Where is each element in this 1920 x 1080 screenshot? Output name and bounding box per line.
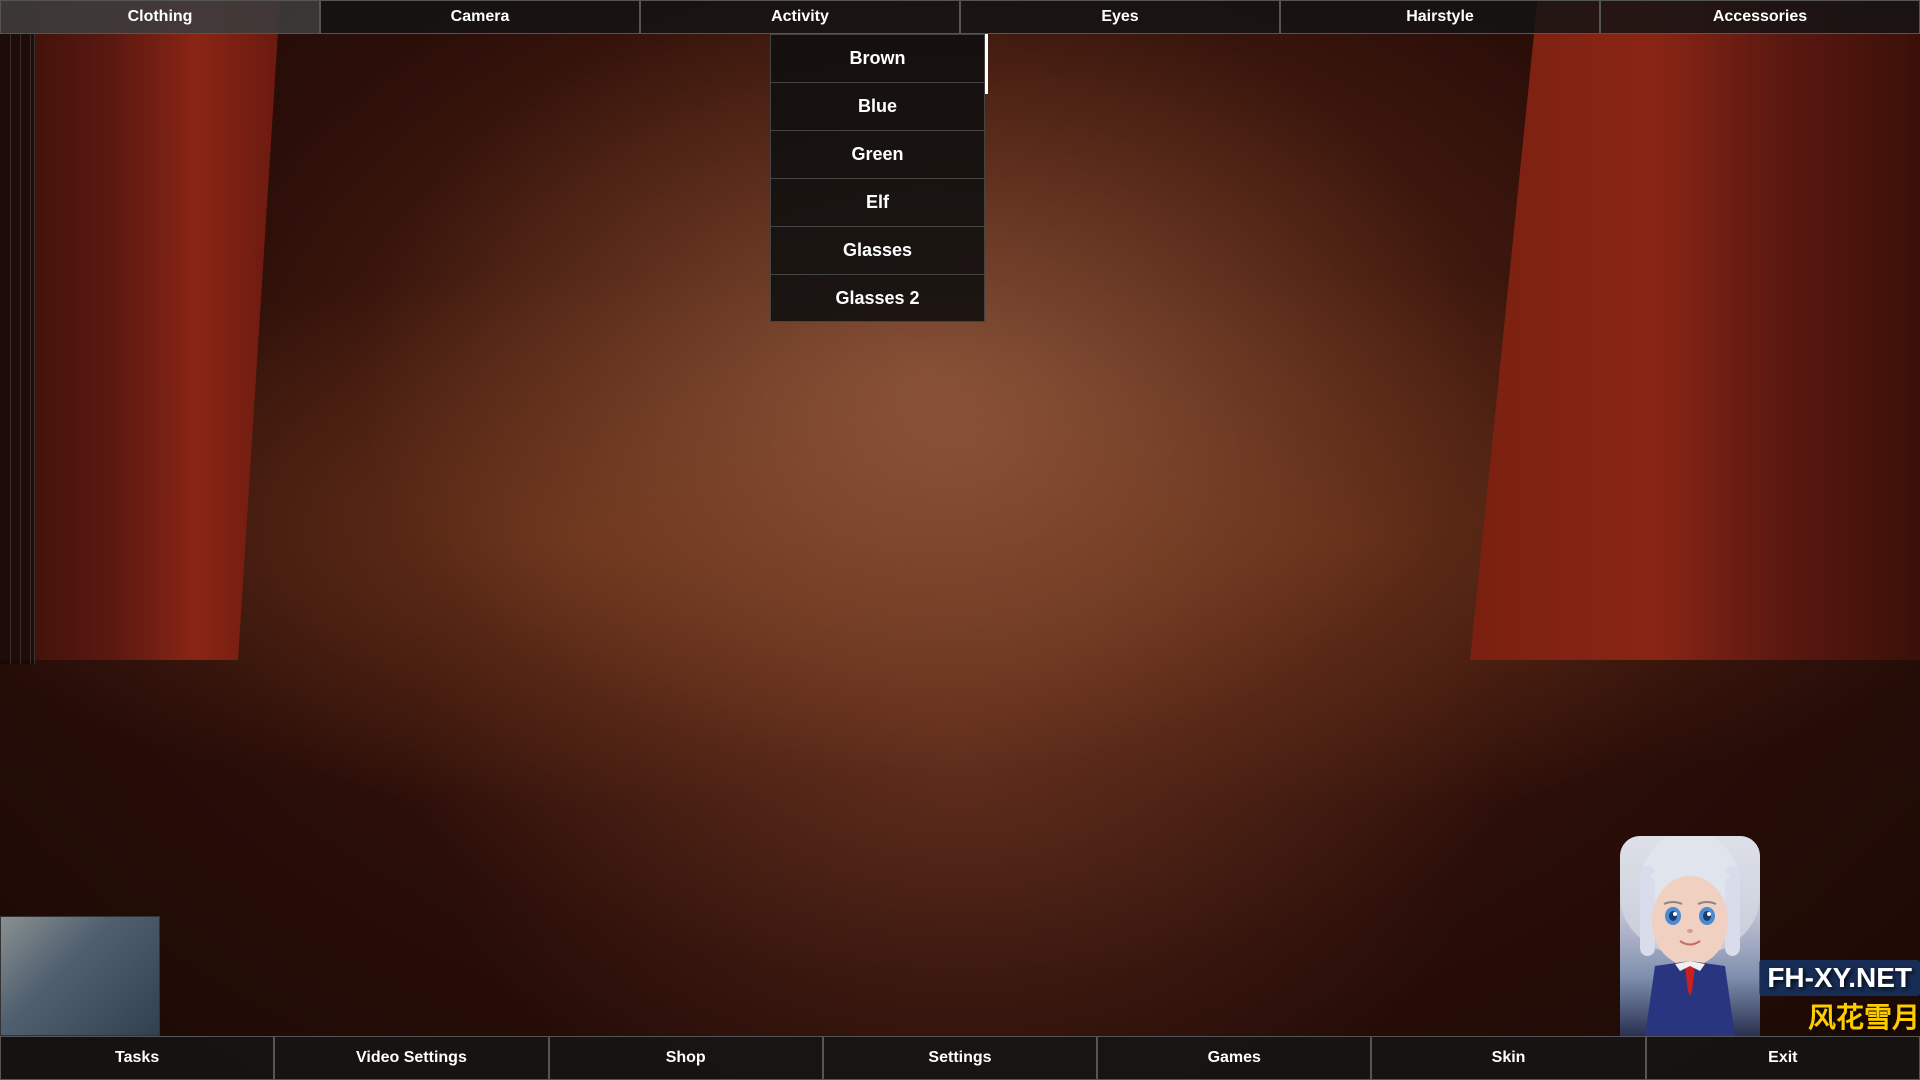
eyes-dropdown-panel: BrownBlueGreenElfGlassesGlasses 2 bbox=[770, 34, 985, 322]
eye-option-brown[interactable]: Brown bbox=[770, 34, 985, 82]
hair-right bbox=[1470, 0, 1920, 660]
hair-left bbox=[0, 0, 280, 660]
bottom-nav-btn-games[interactable]: Games bbox=[1097, 1036, 1371, 1080]
top-navigation: ClothingCameraActivityEyesHairstyleAcces… bbox=[0, 0, 1920, 34]
brand-site: FH-XY.NET bbox=[1759, 960, 1920, 996]
eye-option-green[interactable]: Green bbox=[770, 130, 985, 178]
top-nav-btn-activity[interactable]: Activity bbox=[640, 0, 960, 34]
top-nav-btn-hairstyle[interactable]: Hairstyle bbox=[1280, 0, 1600, 34]
bottom-nav-btn-settings[interactable]: Settings bbox=[823, 1036, 1097, 1080]
eye-option-glasses2[interactable]: Glasses 2 bbox=[770, 274, 985, 322]
bottom-nav-btn-video-settings[interactable]: Video Settings bbox=[274, 1036, 548, 1080]
top-nav-btn-eyes[interactable]: Eyes bbox=[960, 0, 1280, 34]
decorative-line bbox=[30, 34, 31, 664]
eye-option-elf[interactable]: Elf bbox=[770, 178, 985, 226]
scrollbar-thumb[interactable] bbox=[985, 34, 988, 94]
decorative-line bbox=[10, 34, 11, 664]
brand-chinese: 风花雪月 bbox=[1808, 996, 1920, 1036]
bottom-nav-btn-skin[interactable]: Skin bbox=[1371, 1036, 1645, 1080]
eyes-scrollbar[interactable] bbox=[983, 34, 989, 324]
eye-option-blue[interactable]: Blue bbox=[770, 82, 985, 130]
bottom-nav-btn-shop[interactable]: Shop bbox=[549, 1036, 823, 1080]
left-panel-strip bbox=[0, 34, 35, 664]
eye-option-glasses[interactable]: Glasses bbox=[770, 226, 985, 274]
bottom-nav-btn-tasks[interactable]: Tasks bbox=[0, 1036, 274, 1080]
top-nav-btn-accessories[interactable]: Accessories bbox=[1600, 0, 1920, 34]
bottom-nav-btn-exit[interactable]: Exit bbox=[1646, 1036, 1920, 1080]
top-nav-btn-camera[interactable]: Camera bbox=[320, 0, 640, 34]
branding-area: FH-XY.NET 风花雪月 bbox=[1580, 836, 1920, 1036]
bottom-navigation: TasksVideo SettingsShopSettingsGamesSkin… bbox=[0, 1036, 1920, 1080]
decorative-line bbox=[20, 34, 21, 664]
bottom-preview-thumbnail bbox=[0, 916, 160, 1036]
top-nav-btn-clothing[interactable]: Clothing bbox=[0, 0, 320, 34]
